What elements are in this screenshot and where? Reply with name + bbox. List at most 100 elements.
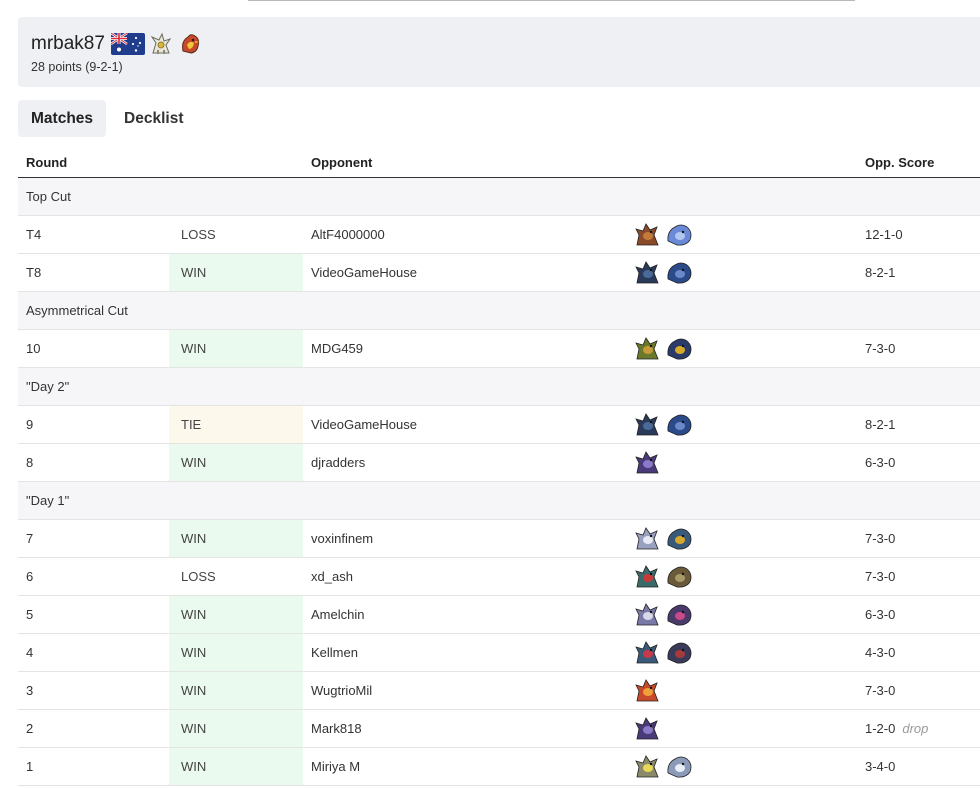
pokemon-sprite-icon	[635, 260, 659, 283]
section-label: Top Cut	[18, 177, 980, 216]
opponent-deck-cell[interactable]	[625, 747, 857, 786]
opponent-deck-cell[interactable]	[625, 633, 857, 672]
opponent-name[interactable]: Kellmen	[303, 633, 625, 672]
pokemon-sprite-icon	[635, 222, 659, 245]
table-row[interactable]: 3 WIN WugtrioMil 7-3-0	[18, 671, 980, 710]
pokemon-sprite-icon	[667, 528, 692, 550]
deck-icons	[633, 748, 857, 785]
section-label: "Day 1"	[18, 481, 980, 520]
header-opponent: Opponent	[303, 147, 625, 178]
opp-score-cell: 6-3-0	[857, 443, 980, 482]
pokemon-sprite-icon	[667, 262, 692, 284]
opponent-name[interactable]: WugtrioMil	[303, 671, 625, 710]
result-cell: WIN	[169, 253, 303, 292]
pokemon-sprite-icon	[635, 602, 659, 625]
opponent-deck-cell[interactable]	[625, 405, 857, 444]
opponent-deck-cell[interactable]	[625, 595, 857, 634]
opponent-deck-cell[interactable]	[625, 671, 857, 710]
table-row[interactable]: 10 WIN MDG459 7-3-0	[18, 329, 980, 368]
opp-score-cell: 4-3-0	[857, 633, 980, 672]
opponent-deck-cell[interactable]	[625, 215, 857, 254]
pokemon-sprite-icon	[635, 564, 659, 587]
round-cell: 8	[18, 443, 169, 482]
table-row[interactable]: 8 WIN djradders 6-3-0	[18, 443, 980, 482]
matches-table: Round Opponent Opp. Score Top Cut T4 LOSS A…	[18, 147, 980, 786]
round-cell: 1	[18, 747, 169, 786]
pokemon-sprite-icon	[635, 412, 659, 435]
deck-icons	[633, 444, 857, 481]
player-name[interactable]: mrbak87	[31, 33, 105, 55]
table-row[interactable]: 9 TIE VideoGameHouse 8-2-1	[18, 405, 980, 444]
opponent-name[interactable]: voxinfinem	[303, 519, 625, 558]
table-header-row: Round Opponent Opp. Score	[18, 147, 980, 178]
deck-icons	[633, 520, 857, 557]
fire-bird-sprite-icon	[177, 31, 203, 57]
tab-decklist[interactable]: Decklist	[110, 100, 183, 137]
round-cell: T4	[18, 215, 169, 254]
opponent-deck-cell[interactable]	[625, 443, 857, 482]
pokemon-sprite-icon	[635, 754, 659, 777]
opponent-deck-cell[interactable]	[625, 519, 857, 558]
table-row[interactable]: 7 WIN voxinfinem 7-3-0	[18, 519, 980, 558]
opp-score-cell: 1-2-0 drop	[857, 709, 980, 748]
result-cell: WIN	[169, 519, 303, 558]
opp-score: 8-2-1	[865, 417, 896, 432]
opp-score: 1-2-0	[865, 721, 896, 736]
view-tabs: Matches Decklist	[18, 100, 183, 137]
opponent-name[interactable]: djradders	[303, 443, 625, 482]
pokemon-sprite-icon	[667, 338, 692, 360]
deck-icons	[633, 672, 857, 709]
deck-icons	[633, 596, 857, 633]
round-cell: 4	[18, 633, 169, 672]
opponent-deck-cell[interactable]	[625, 557, 857, 596]
result-cell: LOSS	[169, 215, 303, 254]
opp-score: 7-3-0	[865, 683, 896, 698]
round-cell: T8	[18, 253, 169, 292]
opponent-name[interactable]: VideoGameHouse	[303, 405, 625, 444]
tab-matches[interactable]: Matches	[18, 100, 107, 137]
opponent-name[interactable]: Mark818	[303, 709, 625, 748]
round-cell: 3	[18, 671, 169, 710]
pokemon-sprite-icon	[667, 414, 692, 436]
pokemon-sprite-icon	[635, 526, 659, 549]
opp-score-cell: 8-2-1	[857, 405, 980, 444]
result-cell: WIN	[169, 443, 303, 482]
top-divider	[248, 0, 855, 1]
opponent-name[interactable]: VideoGameHouse	[303, 253, 625, 292]
table-row[interactable]: 6 LOSS xd_ash 7-3-0	[18, 557, 980, 596]
opp-score-cell: 7-3-0	[857, 329, 980, 368]
opponent-name[interactable]: Miriya M	[303, 747, 625, 786]
section-row: "Day 2"	[18, 367, 980, 406]
pokemon-sprite-icon	[667, 604, 692, 626]
round-cell: 5	[18, 595, 169, 634]
opp-score-cell: 7-3-0	[857, 557, 980, 596]
opponent-name[interactable]: MDG459	[303, 329, 625, 368]
opp-score-cell: 6-3-0	[857, 595, 980, 634]
table-row[interactable]: T8 WIN VideoGameHouse 8-2-1	[18, 253, 980, 292]
table-row[interactable]: T4 LOSS AltF4000000 12-1-0	[18, 215, 980, 254]
opponent-name[interactable]: xd_ash	[303, 557, 625, 596]
result-cell: WIN	[169, 671, 303, 710]
opp-score-cell: 7-3-0	[857, 519, 980, 558]
opponent-name[interactable]: AltF4000000	[303, 215, 625, 254]
matches-table-body: Top Cut T4 LOSS AltF4000000 12-1-0 T8 WIN Video…	[18, 177, 980, 786]
table-row[interactable]: 1 WIN Miriya M 3-4-0	[18, 747, 980, 786]
pokemon-sprite-icon	[667, 756, 692, 778]
round-cell: 7	[18, 519, 169, 558]
opponent-deck-cell[interactable]	[625, 709, 857, 748]
table-row[interactable]: 4 WIN Kellmen 4-3-0	[18, 633, 980, 672]
opponent-deck-cell[interactable]	[625, 329, 857, 368]
round-cell: 2	[18, 709, 169, 748]
australia-flag-icon	[110, 33, 145, 55]
opponent-deck-cell[interactable]	[625, 253, 857, 292]
section-label: Asymmetrical Cut	[18, 291, 980, 330]
opp-score-cell: 7-3-0	[857, 671, 980, 710]
section-row: "Day 1"	[18, 481, 980, 520]
opponent-name[interactable]: Amelchin	[303, 595, 625, 634]
player-header: mrbak87 28 points (9-2-1)	[18, 17, 980, 87]
opp-score: 7-3-0	[865, 569, 896, 584]
result-cell: WIN	[169, 329, 303, 368]
table-row[interactable]: 2 WIN Mark818 1-2-0 drop	[18, 709, 980, 748]
opp-score-cell: 8-2-1	[857, 253, 980, 292]
table-row[interactable]: 5 WIN Amelchin 6-3-0	[18, 595, 980, 634]
